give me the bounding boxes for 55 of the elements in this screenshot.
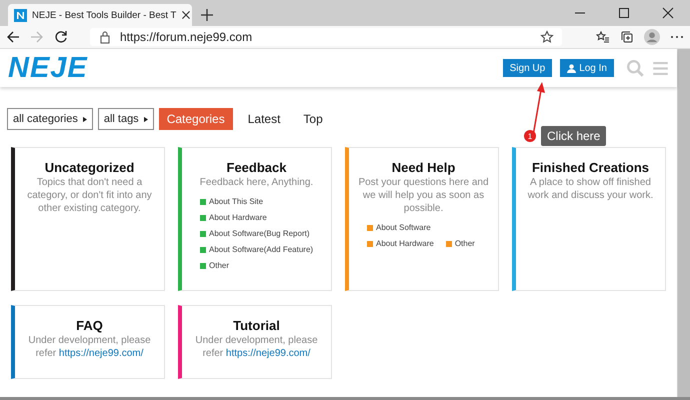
link[interactable]: https://neje99.com/: [226, 348, 310, 359]
nav-tab[interactable]: Top: [295, 108, 331, 130]
category-name[interactable]: Uncategorized: [44, 160, 134, 175]
category-card[interactable]: Uncategorized Topics that don't need a category, or don't fit into any other existing category.: [11, 147, 165, 291]
step-number: 1: [524, 130, 536, 142]
subcategory-link[interactable]: About This Site: [200, 197, 264, 206]
filter-dropdown[interactable]: all tags: [98, 108, 154, 130]
profile-icon[interactable]: [644, 29, 660, 45]
close-icon[interactable]: [181, 10, 192, 20]
browser-tab[interactable]: NEJE - Best Tools Builder - Best T: [8, 4, 192, 26]
lock-icon: [98, 30, 112, 44]
sign-up-button[interactable]: Sign Up: [502, 59, 552, 77]
back-icon[interactable]: [6, 30, 20, 44]
new-tab-icon[interactable]: [200, 8, 214, 22]
address-field[interactable]: https://forum.neje99.com: [90, 28, 562, 46]
subcategory-link[interactable]: About Software: [367, 223, 431, 232]
refresh-icon[interactable]: [54, 30, 68, 44]
subcategory-link[interactable]: About Hardware: [200, 213, 267, 222]
tab-title: NEJE - Best Tools Builder - Best T: [32, 10, 176, 20]
category-card[interactable]: Feedback Feedback here, Anything. About This Site About Hardware About Software(Bug Report) About Software(Add Feature) Other: [178, 147, 332, 291]
caret-icon: [144, 116, 148, 122]
nav-tab[interactable]: Latest: [240, 108, 288, 130]
category-card[interactable]: Finished Creations A place to show off finished work and discuss your work.: [512, 147, 666, 291]
category-description: Topics that don't need a category, or don't fit into any other existing category.: [26, 176, 153, 215]
star-icon[interactable]: [540, 30, 554, 44]
log-in-button[interactable]: Log In: [560, 59, 614, 77]
category-description: Under development, please refer https://neje99.com/: [194, 334, 319, 360]
category-name[interactable]: Finished Creations: [532, 160, 650, 175]
nav-tab[interactable]: Categories: [158, 108, 233, 130]
subcategory-link[interactable]: About Hardware: [367, 239, 434, 248]
category-card[interactable]: Tutorial Under development, please refer https://neje99.com/: [178, 305, 332, 379]
category-card[interactable]: Need Help Post your questions here and we will help you as soon as possible. About Software About Hardware Other: [345, 147, 499, 291]
site-logo[interactable]: NEJE: [8, 52, 88, 84]
subcategory-link[interactable]: About Software(Add Feature): [200, 245, 314, 254]
subcategory-link[interactable]: Other: [200, 261, 230, 270]
category-name[interactable]: Feedback: [226, 160, 286, 175]
subcategory-link[interactable]: About Software(Bug Report): [200, 229, 310, 238]
subcategory-link[interactable]: Other: [446, 239, 475, 248]
filter-dropdown[interactable]: all categories: [7, 108, 93, 130]
collections-icon[interactable]: [620, 30, 634, 44]
category-card[interactable]: FAQ Under development, please refer https://neje99.com/: [11, 305, 165, 379]
category-description: Post your questions here and we will help you as soon as possible.: [357, 176, 490, 215]
scrollbar[interactable]: [677, 49, 690, 397]
user-icon: [567, 64, 576, 72]
category-name[interactable]: Need Help: [392, 160, 456, 175]
favorites-icon[interactable]: [596, 30, 610, 44]
category-name[interactable]: Tutorial: [233, 318, 280, 333]
category-description: A place to show off finished work and discuss your work.: [526, 176, 654, 202]
category-name[interactable]: FAQ: [76, 318, 103, 333]
click-here-tooltip: Click here: [541, 126, 606, 146]
category-description: Under development, please refer https://neje99.com/: [27, 334, 152, 360]
link[interactable]: https://neje99.com/: [58, 348, 144, 359]
caret-icon: [82, 116, 87, 122]
site-favicon-icon: [14, 8, 27, 22]
category-description: Feedback here, Anything.: [200, 176, 314, 189]
